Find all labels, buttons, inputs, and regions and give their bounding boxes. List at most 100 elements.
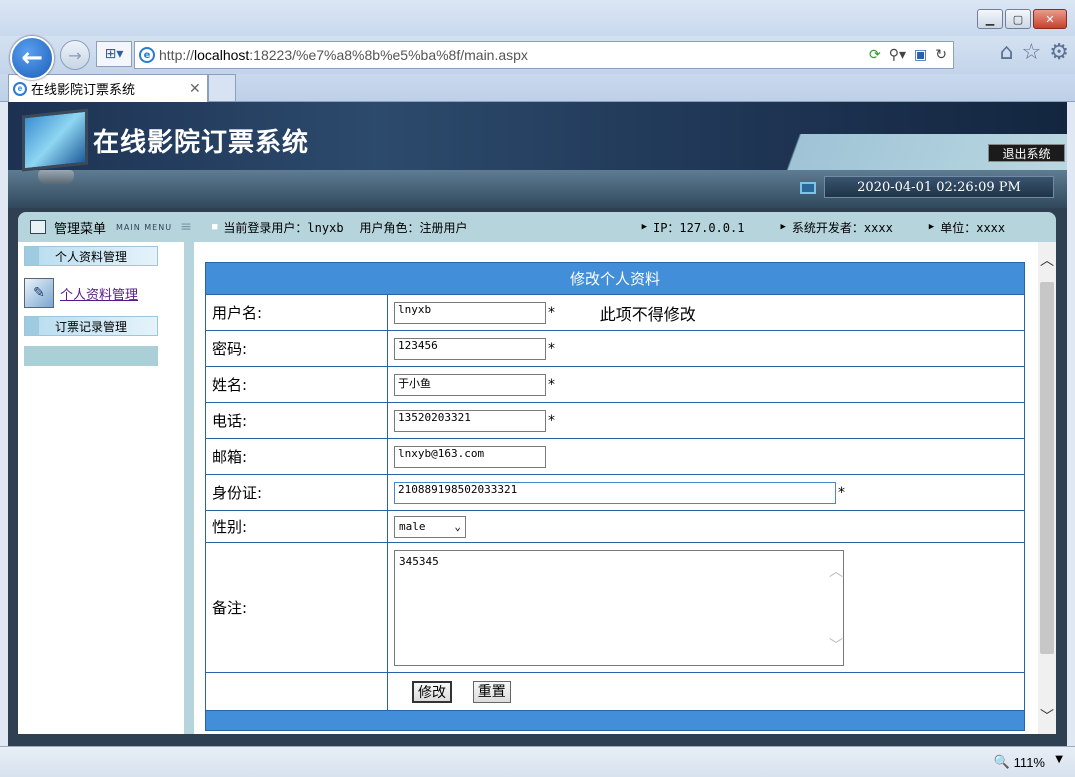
logout-button[interactable]: 退出系统 [988, 144, 1065, 162]
submit-button[interactable]: 修改 [412, 680, 452, 703]
tab-bar: e 在线影院订票系统 ✕ [0, 74, 1075, 102]
menu-icon [30, 220, 46, 234]
back-button[interactable]: ← [10, 36, 54, 80]
refresh-icon[interactable]: ↻ [935, 47, 947, 63]
password-input[interactable]: 123456 [394, 337, 546, 360]
maximize-button[interactable]: ▢ [1005, 9, 1031, 29]
new-tab-button[interactable] [208, 74, 236, 102]
status-bar: 🔍 111% ▼ [0, 746, 1075, 777]
forward-button[interactable]: → [60, 40, 90, 70]
form-row-idcard: 身份证: 210889198502033321 * [205, 474, 1025, 511]
form-row-buttons: 修改 重置 [205, 672, 1025, 711]
email-input[interactable]: lnxyb@163.com [394, 445, 546, 468]
required-mark: * [548, 304, 555, 321]
sidebar-menu: 个人资料管理 ✎ 个人资料管理 订票记录管理 [18, 242, 196, 734]
main-content: 修改个人资料 用户名: lnyxb * 此项不得修改 密码: 123456 * 姓名… [194, 242, 1056, 734]
window-titlebar: ▁ ▢ ✕ [0, 0, 1075, 36]
scroll-up-icon[interactable]: ︿ [1038, 242, 1056, 278]
screen-icon [800, 182, 816, 194]
username-input[interactable]: lnyxb [394, 301, 546, 324]
gender-selected-value: male [399, 520, 426, 533]
gear-icon[interactable]: ⚙ [1049, 40, 1069, 65]
email-label: 邮箱: [205, 438, 388, 475]
tab-ie-icon: e [13, 81, 27, 96]
user-role-text: 用户角色：注册用户 [359, 220, 468, 235]
remark-label: 备注: [205, 542, 388, 673]
arrow-icon: ▶ [928, 222, 935, 232]
menu-separator-icon: ≡ [180, 219, 192, 235]
compatibility-icon[interactable]: ⟳ [869, 47, 881, 63]
buttons-label-cell [205, 672, 388, 711]
name-input[interactable]: 于小鱼 [394, 373, 546, 396]
ip-text: IP：127.0.0.1 [652, 220, 745, 235]
sidebar-section-label: 个人资料管理 [54, 249, 127, 264]
address-bar-icons: ⟳ ⚲▾ ▣ ↻ [869, 47, 953, 63]
username-label: 用户名: [205, 294, 388, 331]
idcard-input[interactable]: 210889198502033321 [394, 481, 836, 504]
sidebar-section-orders[interactable]: 订票记录管理 [24, 316, 158, 336]
unit-text: 单位：xxxx [940, 220, 1006, 235]
home-icon[interactable]: ⌂ [1000, 40, 1014, 65]
monitor-logo-icon [12, 108, 92, 188]
window-controls: ▁ ▢ ✕ [977, 9, 1067, 29]
minimize-button[interactable]: ▁ [977, 9, 1003, 29]
required-mark: * [548, 376, 555, 393]
form-row-name: 姓名: 于小鱼 * [205, 366, 1025, 403]
textarea-scrollbar[interactable]: ︿ ﹀ [827, 551, 843, 665]
profile-form: 修改个人资料 用户名: lnyxb * 此项不得修改 密码: 123456 * 姓名… [205, 262, 1025, 731]
site-banner: 在线影院订票系统 退出系统 [8, 102, 1067, 184]
menu-header-label-en: MAIN MENU [116, 222, 173, 232]
required-mark: * [838, 484, 845, 501]
content-scrollbar[interactable]: ︿ ﹀ [1038, 242, 1056, 734]
sidebar-item-profile[interactable]: ✎ 个人资料管理 [24, 278, 138, 308]
phone-label: 电话: [205, 402, 388, 439]
browser-toolbar-icons: ⌂ ☆ ⚙ [1000, 40, 1069, 65]
scroll-up-icon[interactable]: ︿ [829, 561, 843, 581]
favorites-add-button[interactable]: ⊞▾ [96, 41, 132, 67]
form-footer [205, 710, 1025, 731]
datetime-display: 2020-04-01 02:26:09 PM [824, 176, 1054, 198]
scroll-down-icon[interactable]: ﹀ [829, 635, 843, 655]
scroll-thumb[interactable] [1040, 282, 1054, 654]
feed-icon[interactable]: ▣ [914, 47, 927, 63]
scroll-down-icon[interactable]: ﹀ [1038, 698, 1056, 734]
form-row-phone: 电话: 13520203321 * [205, 402, 1025, 439]
ie-icon: e [139, 47, 155, 63]
remark-textarea[interactable]: 345345 ︿ ﹀ [394, 549, 844, 666]
name-label: 姓名: [205, 366, 388, 403]
arrow-icon: ▶ [641, 222, 647, 232]
sidebar-link-profile[interactable]: 个人资料管理 [60, 284, 138, 303]
current-user-text: 当前登录用户：lnyxb [223, 220, 344, 235]
gender-select[interactable]: male ⌄ [394, 515, 466, 538]
password-label: 密码: [205, 330, 388, 367]
site-title: 在线影院订票系统 [93, 128, 310, 158]
gender-label: 性别: [205, 510, 388, 543]
close-window-button[interactable]: ✕ [1033, 9, 1067, 29]
form-row-email: 邮箱: lnxyb@163.com [205, 438, 1025, 475]
zoom-dropdown-icon[interactable]: ▼ [1055, 754, 1063, 765]
favorites-star-icon[interactable]: ☆ [1022, 40, 1042, 65]
arrow-icon: ▶ [780, 222, 786, 232]
form-row-gender: 性别: male ⌄ [205, 510, 1025, 543]
zoom-level: 111% [1013, 754, 1045, 770]
tab-title: 在线影院订票系统 [31, 82, 136, 97]
required-mark: * [548, 412, 555, 429]
url-text[interactable]: http://localhost:18223/%e7%a8%8b%e5%ba%8… [159, 47, 869, 63]
zoom-control[interactable]: 🔍 111% [993, 754, 1045, 770]
idcard-label: 身份证: [205, 474, 388, 511]
sidebar-section-profile[interactable]: 个人资料管理 [24, 246, 158, 266]
browser-navbar: ← → ⊞▾ e http://localhost:18223/%e7%a8%8… [0, 36, 1075, 80]
address-bar[interactable]: e http://localhost:18223/%e7%a8%8b%e5%ba… [134, 41, 954, 69]
reset-button[interactable]: 重置 [472, 680, 511, 703]
phone-input[interactable]: 13520203321 [394, 409, 546, 432]
user-info-bar: ■ 当前登录用户：lnyxb 用户角色：注册用户 ▶ IP：127.0.0.1 … [196, 212, 1056, 242]
form-row-username: 用户名: lnyxb * 此项不得修改 [205, 294, 1025, 331]
menu-header-label: 管理菜单 [54, 221, 107, 237]
search-icon[interactable]: ⚲▾ [889, 47, 906, 63]
sidebar-section-label: 订票记录管理 [54, 319, 127, 334]
form-row-remark: 备注: 345345 ︿ ﹀ [205, 542, 1025, 673]
tab-close-icon[interactable]: ✕ [189, 80, 207, 97]
form-row-password: 密码: 123456 * [205, 330, 1025, 367]
chevron-down-icon: ⌄ [454, 520, 461, 533]
form-caption: 修改个人资料 [205, 262, 1025, 295]
